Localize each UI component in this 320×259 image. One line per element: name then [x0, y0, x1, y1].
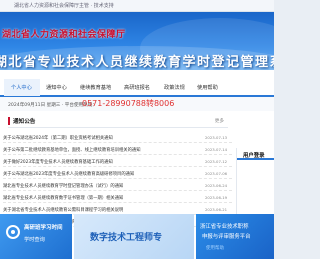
digital-engineer-card[interactable]: 数字技术工程师专	[74, 214, 194, 259]
news-divider	[3, 190, 232, 191]
news-item[interactable]: 关于公布湖北省2024年（第二期）职业资格考试相关通知 2023-07-13	[0, 133, 232, 143]
hotline-number: 0571-28990788转8006	[82, 99, 175, 108]
news-item-date: 2023-07-13	[205, 135, 228, 140]
news-item-title[interactable]: 关于做好2023年度专业技术人员继续教育基础工作的通知	[3, 159, 193, 165]
news-item[interactable]: 关于做好2023年度专业技术人员继续教育基础工作的通知 2023-07-12	[0, 157, 232, 167]
title-review-line1: 浙江省专业技术职称	[200, 224, 249, 230]
news-item-title[interactable]: 湖北省专业技术人员继续教育数字证书管理（第一期）相关通知	[3, 195, 193, 201]
footer-banners: 高研班学习时间 学时查询 数字技术工程师专 浙江省专业技术职称 申报与评审服务平…	[0, 214, 274, 259]
org-name: 湖北省人力资源和社会保障厅	[2, 30, 126, 40]
news-divider	[3, 142, 232, 143]
digital-engineer-title: 数字技术工程师专	[90, 233, 163, 243]
news-item-title[interactable]: 关于公布湖北省2023年度专业技术人员继续教育高级研修项目的通知	[3, 171, 193, 177]
header-banner: 湖北省人力资源和社会保障厅 湖北省专业技术人员继续教育学时登记管理系统	[0, 12, 274, 70]
title-review-help[interactable]: 使用帮助	[206, 245, 224, 251]
top-info-text: 湖北省人力资源和社会保障厅主管 · 技术支持	[14, 3, 114, 9]
news-divider	[3, 166, 232, 167]
seminar-hours-subtitle: 学时查询	[24, 237, 45, 243]
top-info-bar: 湖北省人力资源和社会保障厅主管 · 技术支持	[0, 0, 274, 12]
main-nav: 个人中心 通知中心 继续教育基地 高研班报名 政策法规 使用帮助	[0, 70, 274, 97]
news-item[interactable]: 湖北省专业技术人员继续教育学时登记管理办法（试行）的通知 2023-06-24	[0, 181, 232, 191]
nav-item-notice-center[interactable]: 通知中心	[46, 84, 67, 91]
date-hotline-bar: 2024年09月11日 星期三 · 平台使用热线： 0571-28990788转…	[0, 97, 274, 111]
news-header: 通知公告 更多	[8, 116, 228, 128]
news-item-date: 2023-06-21	[205, 207, 228, 212]
title-review-platform-card[interactable]: 浙江省专业技术职称 申报与评审服务平台 使用帮助	[196, 214, 274, 259]
nav-item-policy[interactable]: 政策法规	[164, 84, 185, 91]
system-title: 湖北省专业技术人员继续教育学时登记管理系统	[0, 55, 274, 70]
login-panel-header: 用户登录	[237, 148, 274, 160]
news-more-link[interactable]: 更多	[215, 118, 224, 124]
news-divider	[3, 202, 232, 203]
seminar-hours-title: 高研班学习时间	[24, 225, 63, 231]
news-item-date: 2023-07-12	[205, 159, 228, 164]
login-panel: 用户登录	[236, 148, 274, 214]
news-item-date: 2023-07-06	[205, 171, 228, 176]
news-item-date: 2023-06-19	[205, 195, 228, 200]
news-divider	[3, 154, 232, 155]
news-divider	[3, 178, 232, 179]
news-item[interactable]: 湖北省专业技术人员继续教育数字证书管理（第一期）相关通知 2023-06-19	[0, 193, 232, 203]
nav-item-personal-center[interactable]: 个人中心	[11, 84, 32, 91]
news-item-title[interactable]: 关于湖北省专业技术人员继续教育公需科目课程学习的相关说明	[3, 207, 193, 213]
news-item-title[interactable]: 湖北省专业技术人员继续教育学时登记管理办法（试行）的通知	[3, 183, 193, 189]
news-item-title[interactable]: 关于公布第二批继续教育基地单位，面授、线上继续教育培训相关的通知	[3, 147, 193, 153]
nav-item-seminar-signup[interactable]: 高研班报名	[124, 84, 150, 91]
title-review-line2: 申报与评审服务平台	[202, 234, 251, 240]
page: 湖北省人力资源和社会保障厅主管 · 技术支持 湖北省人力资源和社会保障厅 湖北省…	[0, 0, 274, 259]
section-marker	[8, 117, 10, 125]
news-item[interactable]: 关于公布湖北省2023年度专业技术人员继续教育高级研修项目的通知 2023-07…	[0, 169, 232, 179]
news-title: 通知公告	[13, 119, 36, 125]
nav-item-training-base[interactable]: 继续教育基地	[80, 84, 111, 91]
nav-item-help[interactable]: 使用帮助	[197, 84, 218, 91]
news-item[interactable]: 关于公布第二批继续教育基地单位，面授、线上继续教育培训相关的通知 2023-07…	[0, 145, 232, 155]
seminar-hours-card[interactable]: 高研班学习时间 学时查询	[0, 214, 72, 259]
news-item-title[interactable]: 关于公布湖北省2024年（第二期）职业资格考试相关通知	[3, 135, 193, 141]
news-item-date: 2023-07-14	[205, 147, 228, 152]
login-title: 用户登录	[243, 153, 265, 159]
search-icon	[6, 225, 20, 239]
news-item-date: 2023-06-24	[205, 183, 228, 188]
